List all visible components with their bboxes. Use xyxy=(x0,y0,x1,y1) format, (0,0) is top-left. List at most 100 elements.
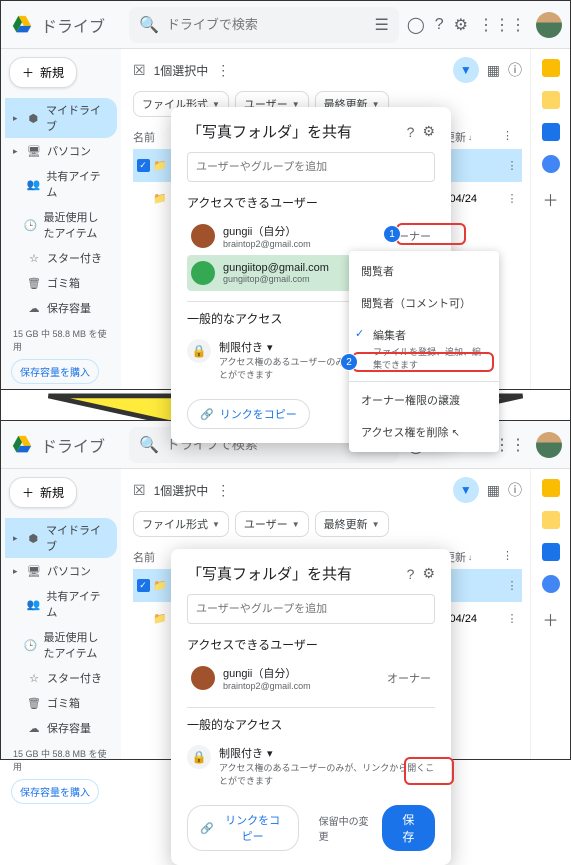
nav-trash[interactable]: 🗑ゴミ箱 xyxy=(5,691,117,715)
nav-recent[interactable]: 🕒最近使用したアイテム xyxy=(5,625,117,665)
close-selection-icon[interactable]: ☒ xyxy=(133,482,146,499)
account-avatar[interactable] xyxy=(536,12,562,38)
apps-icon[interactable]: ⋮⋮⋮ xyxy=(478,15,526,35)
buy-storage-button[interactable]: 保存容量を購入 xyxy=(11,779,99,804)
drive-icon xyxy=(9,14,35,36)
chip-filetype[interactable]: ファイル形式▼ xyxy=(133,511,229,537)
drive-logo[interactable]: ドライブ xyxy=(9,13,129,37)
more-icon[interactable]: ⋮ xyxy=(216,62,230,79)
nav-my-drive[interactable]: ▸⬢マイドライブ xyxy=(5,98,117,138)
link-icon: 🔗 xyxy=(200,822,214,835)
nav-starred[interactable]: ☆スター付き xyxy=(5,666,117,690)
search-icon: 🔍 xyxy=(139,435,159,455)
filter-icon[interactable]: ▼ xyxy=(453,477,479,503)
settings-icon[interactable]: ⚙ xyxy=(422,565,435,582)
storage-usage: 15 GB 中 58.8 MB を使用 xyxy=(5,741,117,779)
share-add-input[interactable] xyxy=(187,594,435,624)
tasks-app-icon[interactable] xyxy=(542,123,560,141)
calendar-app-icon[interactable] xyxy=(542,59,560,77)
chevron-right-icon: ▸ xyxy=(13,566,21,577)
account-avatar[interactable] xyxy=(536,432,562,458)
new-button[interactable]: ＋新規 xyxy=(9,57,77,88)
row-more-icon[interactable]: ⋮ xyxy=(502,159,522,172)
more-col-icon[interactable]: ⋮ xyxy=(502,549,522,565)
drive-logo[interactable]: ドライブ xyxy=(9,433,129,457)
general-access-dropdown[interactable]: 制限付き▾ xyxy=(219,745,435,761)
selection-count: 1個選択中 xyxy=(154,482,209,499)
nav-trash[interactable]: 🗑ゴミ箱 xyxy=(5,271,117,295)
row-more-icon[interactable]: ⋮ xyxy=(502,192,522,205)
nav-recent[interactable]: 🕒最近使用したアイテム xyxy=(5,205,117,245)
info-icon[interactable]: ⓘ xyxy=(508,480,522,500)
nav-computers[interactable]: ▸🖥パソコン xyxy=(5,139,117,163)
share-user-row: gungii（自分） braintop2@gmail.com オーナー xyxy=(187,659,435,697)
info-icon[interactable]: ⓘ xyxy=(508,60,522,80)
checkbox-checked-icon[interactable]: ✓ xyxy=(137,579,150,592)
contacts-app-icon[interactable] xyxy=(542,155,560,173)
annotation-marker: 1 xyxy=(383,225,401,243)
chip-updated[interactable]: 最終更新▼ xyxy=(315,511,389,537)
nav-computers[interactable]: ▸🖥パソコン xyxy=(5,559,117,583)
star-icon: ☆ xyxy=(27,252,41,265)
settings-icon[interactable]: ⚙ xyxy=(454,15,468,35)
share-title: 「写真フォルダ」を共有 xyxy=(187,121,399,142)
more-col-icon[interactable]: ⋮ xyxy=(502,129,522,145)
sort-down-icon[interactable]: ↓ xyxy=(468,553,472,562)
support-icon[interactable]: ? xyxy=(435,16,444,34)
sort-down-icon[interactable]: ↓ xyxy=(468,133,472,142)
help-icon[interactable]: ? xyxy=(407,566,415,582)
nav-starred[interactable]: ☆スター付き xyxy=(5,246,117,270)
calendar-app-icon[interactable] xyxy=(542,479,560,497)
save-button[interactable]: 保存 xyxy=(382,805,435,851)
more-icon[interactable]: ⋮ xyxy=(216,482,230,499)
keep-app-icon[interactable] xyxy=(542,511,560,529)
add-apps-icon[interactable]: ＋ xyxy=(542,187,558,211)
buy-storage-button[interactable]: 保存容量を購入 xyxy=(11,359,99,384)
menu-item-commenter[interactable]: 閲覧者（コメント可） xyxy=(349,287,499,319)
pending-text: 保留中の変更 xyxy=(319,813,372,843)
search-box[interactable]: 🔍 ☰ xyxy=(129,7,399,43)
copy-link-button[interactable]: 🔗リンクをコピー xyxy=(187,805,299,851)
shared-icon: 👥 xyxy=(27,598,41,611)
keep-app-icon[interactable] xyxy=(542,91,560,109)
menu-item-editor[interactable]: ✓編集者ファイルを登録、追加、編集できます xyxy=(349,319,499,379)
close-selection-icon[interactable]: ☒ xyxy=(133,62,146,79)
access-label: アクセスできるユーザー xyxy=(187,636,435,653)
lock-icon: 🔒 xyxy=(187,339,211,363)
offline-icon[interactable]: ◯ xyxy=(407,15,425,35)
trash-icon: 🗑 xyxy=(27,277,41,290)
row-more-icon[interactable]: ⋮ xyxy=(502,612,522,625)
new-button[interactable]: ＋新規 xyxy=(9,477,77,508)
row-more-icon[interactable]: ⋮ xyxy=(502,579,522,592)
nav-shared[interactable]: 👥共有アイテム xyxy=(5,584,117,624)
nav-my-drive[interactable]: ▸⬢マイドライブ xyxy=(5,518,117,558)
tasks-app-icon[interactable] xyxy=(542,543,560,561)
menu-item-remove[interactable]: アクセス権を削除 ↖ xyxy=(349,416,499,448)
view-grid-icon[interactable]: ▦ xyxy=(487,62,500,79)
nav-storage[interactable]: ☁保存容量 xyxy=(5,296,117,320)
chip-user[interactable]: ユーザー▼ xyxy=(235,511,309,537)
checkbox-checked-icon[interactable]: ✓ xyxy=(137,159,150,172)
computer-icon: 🖥 xyxy=(27,145,41,158)
cloud-icon: ☁ xyxy=(27,722,41,735)
add-apps-icon[interactable]: ＋ xyxy=(542,607,558,631)
nav-storage[interactable]: ☁保存容量 xyxy=(5,716,117,740)
menu-item-viewer[interactable]: 閲覧者 xyxy=(349,255,499,287)
view-grid-icon[interactable]: ▦ xyxy=(487,482,500,499)
trash-icon: 🗑 xyxy=(27,697,41,710)
contacts-app-icon[interactable] xyxy=(542,575,560,593)
filter-icon[interactable]: ▼ xyxy=(453,57,479,83)
selection-count: 1個選択中 xyxy=(154,62,209,79)
tune-icon[interactable]: ☰ xyxy=(375,15,389,35)
help-icon[interactable]: ? xyxy=(407,124,415,140)
computer-icon: 🖥 xyxy=(27,565,41,578)
general-access-label: 一般的なアクセス xyxy=(187,716,435,733)
search-input[interactable] xyxy=(167,17,375,32)
menu-item-transfer[interactable]: オーナー権限の譲渡 xyxy=(349,384,499,416)
copy-link-button[interactable]: 🔗リンクをコピー xyxy=(187,399,310,429)
link-icon: 🔗 xyxy=(200,408,214,421)
nav-shared[interactable]: 👥共有アイテム xyxy=(5,164,117,204)
folder-icon: 📁 xyxy=(153,159,167,172)
share-add-input[interactable] xyxy=(187,152,435,182)
settings-icon[interactable]: ⚙ xyxy=(422,123,435,140)
